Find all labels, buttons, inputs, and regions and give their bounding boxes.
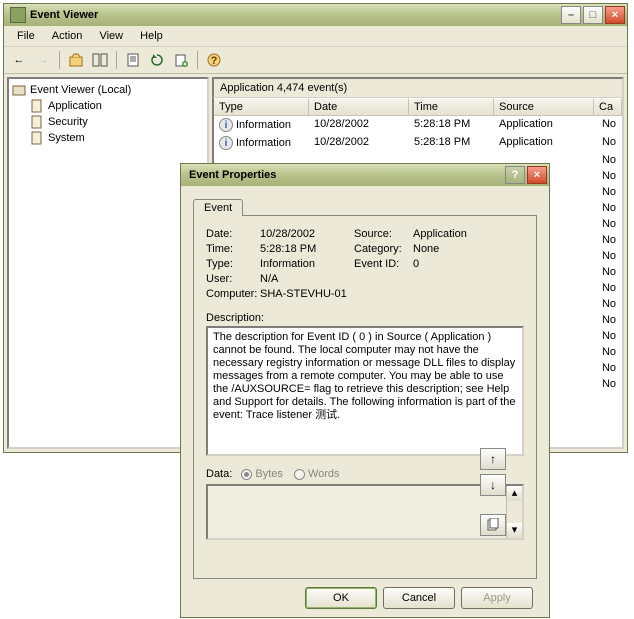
prev-event-button[interactable]: ↑ bbox=[480, 448, 506, 470]
value-time: 5:28:18 PM bbox=[260, 243, 350, 255]
app-icon bbox=[10, 7, 26, 23]
next-event-button[interactable]: ↓ bbox=[480, 474, 506, 496]
label-eventid: Event ID: bbox=[354, 258, 409, 270]
tree-item-security[interactable]: Security bbox=[30, 114, 204, 130]
log-icon bbox=[30, 115, 44, 129]
info-icon: i bbox=[219, 118, 233, 132]
dialog-title: Event Properties bbox=[183, 169, 503, 181]
properties-button[interactable] bbox=[122, 49, 144, 71]
label-data: Data: bbox=[206, 468, 232, 480]
table-row[interactable]: iInformation10/28/20025:28:18 PMApplicat… bbox=[214, 134, 622, 152]
value-date: 10/28/2002 bbox=[260, 228, 350, 240]
value-type: Information bbox=[260, 258, 350, 270]
main-title: Event Viewer bbox=[30, 9, 559, 21]
viewer-icon bbox=[12, 83, 26, 97]
menu-file[interactable]: File bbox=[10, 28, 42, 44]
tree-root[interactable]: Event Viewer (Local) bbox=[12, 82, 204, 98]
dialog-close-button[interactable]: × bbox=[527, 166, 547, 184]
list-header: Application 4,474 event(s) bbox=[212, 77, 624, 98]
info-icon: i bbox=[219, 136, 233, 150]
main-titlebar[interactable]: Event Viewer – □ × bbox=[4, 4, 627, 26]
refresh-button[interactable] bbox=[146, 49, 168, 71]
radio-words[interactable] bbox=[294, 469, 305, 480]
tab-event[interactable]: Event bbox=[193, 199, 243, 216]
col-time[interactable]: Time bbox=[409, 98, 494, 116]
menu-help[interactable]: Help bbox=[133, 28, 170, 44]
copy-button[interactable] bbox=[480, 514, 506, 536]
log-icon bbox=[30, 131, 44, 145]
menu-action[interactable]: Action bbox=[45, 28, 90, 44]
label-computer: Computer: bbox=[206, 288, 256, 300]
label-category: Category: bbox=[354, 243, 409, 255]
close-button[interactable]: × bbox=[605, 6, 625, 24]
value-user: N/A bbox=[260, 273, 493, 285]
label-time: Time: bbox=[206, 243, 256, 255]
forward-button[interactable]: → bbox=[32, 49, 54, 71]
maximize-button[interactable]: □ bbox=[583, 6, 603, 24]
tree-item-application[interactable]: Application bbox=[30, 98, 204, 114]
label-user: User: bbox=[206, 273, 256, 285]
minimize-button[interactable]: – bbox=[561, 6, 581, 24]
col-date[interactable]: Date bbox=[309, 98, 409, 116]
apply-button[interactable]: Apply bbox=[461, 587, 533, 609]
tree-item-system[interactable]: System bbox=[30, 130, 204, 146]
description-box[interactable]: The description for Event ID ( 0 ) in So… bbox=[206, 326, 524, 456]
ok-button[interactable]: OK bbox=[305, 587, 377, 609]
log-icon bbox=[30, 99, 44, 113]
col-source[interactable]: Source bbox=[494, 98, 594, 116]
data-box[interactable]: ▴ ▾ bbox=[206, 484, 524, 540]
column-headers[interactable]: Type Date Time Source Ca bbox=[212, 98, 624, 116]
toolbar: ← → ? bbox=[4, 47, 627, 74]
table-row[interactable]: iInformation10/28/20025:28:18 PMApplicat… bbox=[214, 116, 622, 134]
up-button[interactable] bbox=[65, 49, 87, 71]
dialog-titlebar[interactable]: Event Properties ? × bbox=[181, 164, 549, 186]
value-source: Application bbox=[413, 228, 493, 240]
export-button[interactable] bbox=[170, 49, 192, 71]
help-button[interactable]: ? bbox=[203, 49, 225, 71]
col-category[interactable]: Ca bbox=[594, 98, 622, 116]
label-description: Description: bbox=[206, 312, 524, 324]
label-type: Type: bbox=[206, 258, 256, 270]
col-type[interactable]: Type bbox=[214, 98, 309, 116]
event-properties-dialog: Event Properties ? × Event Date: 10/28/2… bbox=[180, 163, 550, 618]
label-date: Date: bbox=[206, 228, 256, 240]
value-computer: SHA-STEVHU-01 bbox=[260, 288, 493, 300]
context-help-button[interactable]: ? bbox=[505, 166, 525, 184]
show-hide-tree-button[interactable] bbox=[89, 49, 111, 71]
value-category: None bbox=[413, 243, 493, 255]
cancel-button[interactable]: Cancel bbox=[383, 587, 455, 609]
value-eventid: 0 bbox=[413, 258, 493, 270]
menu-view[interactable]: View bbox=[92, 28, 130, 44]
menubar: File Action View Help bbox=[4, 26, 627, 47]
tree-pane[interactable]: Event Viewer (Local) Application Securit… bbox=[7, 77, 209, 449]
back-button[interactable]: ← bbox=[8, 49, 30, 71]
svg-text:?: ? bbox=[211, 55, 218, 67]
label-source: Source: bbox=[354, 228, 409, 240]
radio-bytes[interactable] bbox=[241, 469, 252, 480]
